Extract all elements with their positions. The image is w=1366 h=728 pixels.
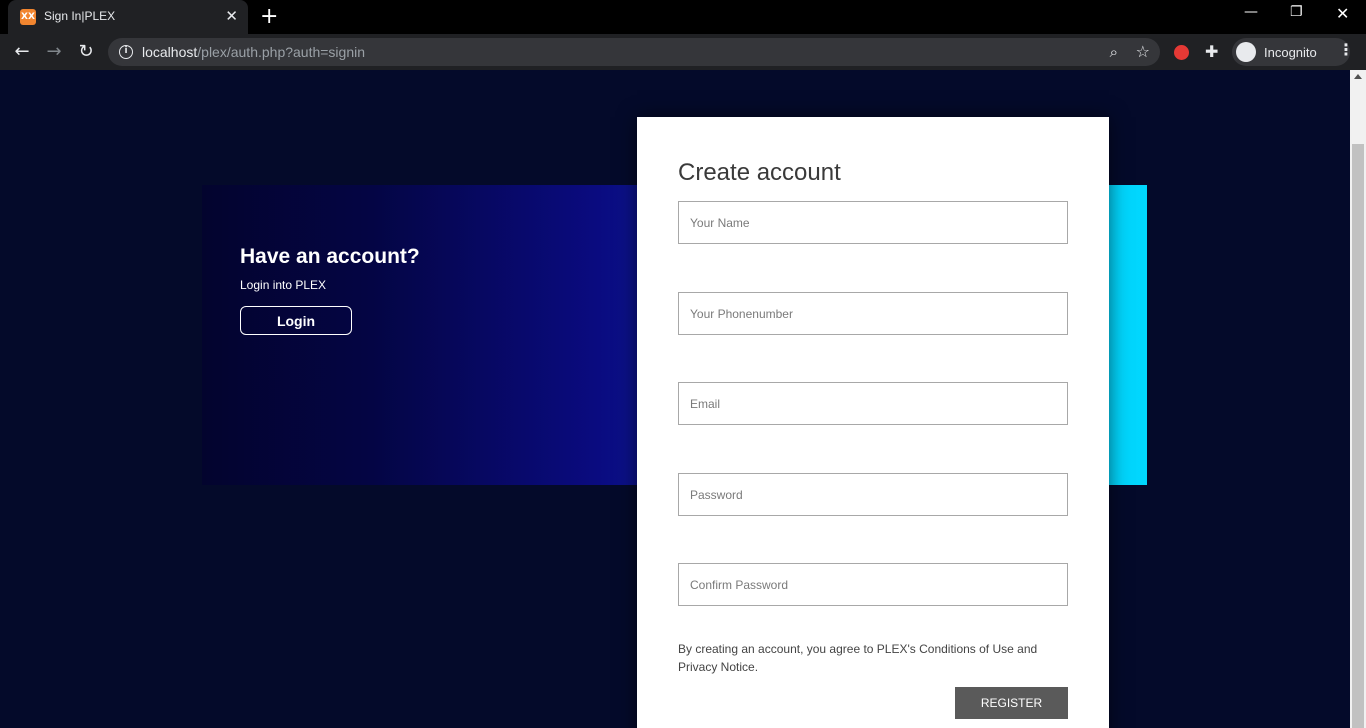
back-arrow-icon[interactable]: ← [11,41,33,63]
tab-strip: XX Sign In|PLEX ✕ + — ❐ ✕ [0,0,1366,34]
url-text: localhost/plex/auth.php?auth=signin [142,44,365,60]
restore-window-icon[interactable]: ❐ [1290,4,1303,20]
incognito-badge[interactable]: Incognito [1232,38,1350,66]
incognito-label: Incognito [1264,45,1317,60]
bookmark-star-icon[interactable]: ☆ [1136,42,1150,61]
browser-menu-icon[interactable]: ⋮ [1338,40,1354,59]
page-scrollbar[interactable] [1350,70,1366,728]
minimize-window-icon[interactable]: — [1244,4,1258,20]
banner-subtitle: Login into PLEX [240,278,327,292]
page-viewport: Have an account? Login into PLEX Login C… [0,70,1350,728]
url-path: /plex/auth.php?auth=signin [197,44,366,60]
register-button[interactable]: REGISTER [955,687,1068,719]
zoom-icon[interactable]: ⌕ [1110,43,1118,61]
browser-toolbar: ← → ↻ i localhost/plex/auth.php?auth=sig… [0,34,1366,70]
banner-title: Have an account? [240,245,420,268]
address-bar[interactable]: i localhost/plex/auth.php?auth=signin ⌕ … [108,38,1160,66]
login-button[interactable]: Login [240,306,352,335]
site-info-icon[interactable]: i [119,45,133,59]
confirm-password-field[interactable] [678,563,1068,606]
xampp-favicon-icon: XX [20,9,36,25]
tab-title: Sign In|PLEX [44,9,116,23]
password-field[interactable] [678,473,1068,516]
scroll-thumb[interactable] [1352,144,1364,728]
close-window-icon[interactable]: ✕ [1336,4,1349,23]
form-title: Create account [678,159,841,186]
url-host: localhost [142,44,198,60]
phone-field[interactable] [678,292,1068,335]
register-card: Create account By creating an account, y… [637,117,1109,728]
stop-extension-icon[interactable] [1174,45,1189,60]
incognito-icon [1236,42,1256,62]
browser-tab[interactable]: XX Sign In|PLEX ✕ [8,0,248,34]
forward-arrow-icon[interactable]: → [43,41,65,63]
terms-text: By creating an account, you agree to PLE… [678,642,1038,674]
scroll-up-arrow-icon[interactable] [1354,74,1362,79]
extensions-puzzle-icon[interactable]: ✚ [1205,42,1218,61]
new-tab-icon[interactable]: + [260,5,278,29]
email-field[interactable] [678,382,1068,425]
close-tab-icon[interactable]: ✕ [225,8,238,24]
reload-icon[interactable]: ↻ [75,41,97,63]
name-field[interactable] [678,201,1068,244]
